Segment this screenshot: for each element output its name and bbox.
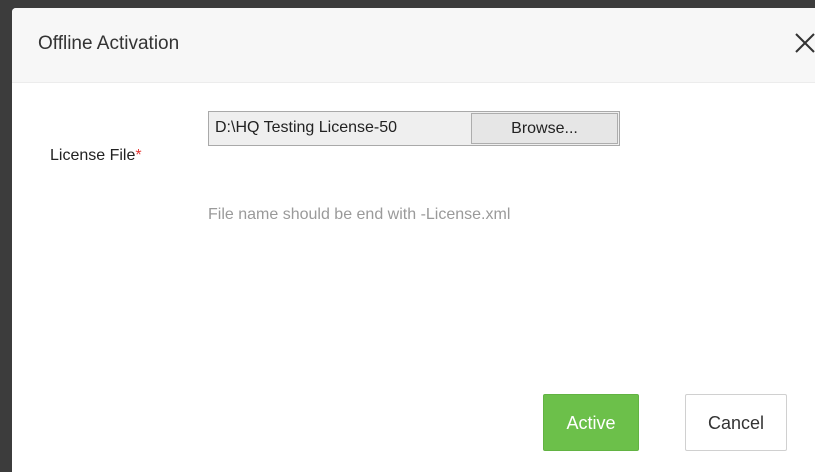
license-file-label: License File*	[50, 147, 142, 165]
license-file-label-text: License File	[50, 147, 136, 164]
cancel-button[interactable]: Cancel	[685, 394, 787, 451]
file-path-value: D:\HQ Testing License-50	[215, 119, 398, 136]
close-icon	[795, 33, 815, 53]
active-button[interactable]: Active	[543, 394, 639, 451]
file-name-hint: File name should be end with -License.xm…	[208, 206, 511, 223]
required-mark: *	[135, 147, 142, 164]
offline-activation-dialog: Offline Activation License File* D:\HQ T…	[12, 8, 815, 472]
dialog-header: Offline Activation	[12, 8, 815, 83]
dialog-title: Offline Activation	[38, 33, 180, 54]
close-button[interactable]	[790, 28, 815, 58]
license-file-input[interactable]: D:\HQ Testing License-50 Browse...	[208, 111, 620, 146]
browse-button[interactable]: Browse...	[471, 113, 618, 144]
